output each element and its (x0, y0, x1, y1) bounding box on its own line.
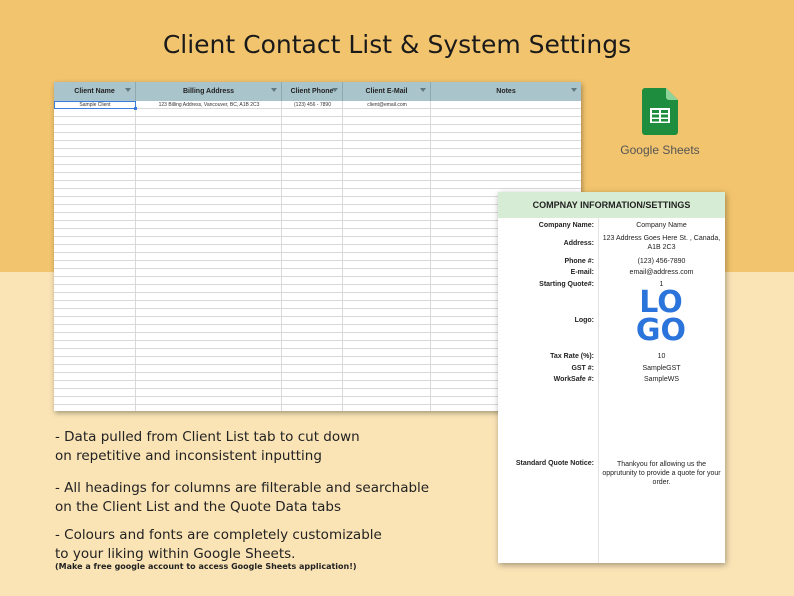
note-line: on the Client List and the Quote Data ta… (55, 499, 341, 515)
settings-value[interactable]: Thankyou for allowing us the opprutunity… (598, 460, 725, 487)
settings-label: Company Name: (538, 221, 594, 229)
table-cell[interactable]: (123) 456 - 7890 (282, 101, 343, 109)
page-title: Client Contact List & System Settings (162, 30, 632, 59)
settings-value[interactable]: 123 Address Goes Here St. , Canada, A1B … (598, 234, 725, 252)
settings-row-quote-notice: Standard Quote Notice: Thankyou for allo… (498, 460, 725, 488)
column-header-label: Client E-Mail (365, 88, 408, 95)
note-line: on repetitive and inconsistent inputting (55, 448, 322, 464)
settings-value[interactable]: SampleGST (598, 364, 725, 373)
settings-label: Address: (563, 239, 594, 247)
note-line: - Data pulled from Client List tab to cu… (55, 429, 360, 445)
settings-row-worksafe: WorkSafe #: SampleWS (498, 373, 725, 385)
grid-line (135, 101, 136, 411)
table-cell[interactable] (431, 101, 581, 109)
filter-dropdown-icon[interactable] (420, 88, 426, 92)
settings-value[interactable]: (123) 456-7890 (598, 257, 725, 266)
table-cell[interactable]: Sample Client (54, 101, 137, 110)
column-header-label: Client Name (74, 88, 115, 95)
table-cell[interactable]: client@email.com (343, 101, 431, 109)
settings-label: Phone #: (564, 257, 594, 265)
grid-line (281, 101, 282, 411)
settings-label: WorkSafe #: (553, 375, 594, 383)
settings-row-address: Address: 123 Address Goes Here St. , Can… (498, 233, 725, 253)
footnote: (Make a free google account to access Go… (55, 562, 357, 571)
table-row: Sample Client 123 Billing Address, Vanco… (54, 101, 581, 110)
note-item: - All headings for columns are filterabl… (55, 479, 495, 517)
settings-value[interactable]: SampleWS (598, 375, 725, 384)
google-sheets-icon (642, 88, 678, 135)
column-header-client-email[interactable]: Client E-Mail (343, 82, 431, 101)
filter-dropdown-icon[interactable] (332, 88, 338, 92)
settings-label: GST #: (571, 364, 594, 372)
settings-label: Logo: (574, 316, 594, 324)
settings-value[interactable]: 10 (598, 352, 725, 361)
filter-dropdown-icon[interactable] (125, 88, 131, 92)
settings-value[interactable]: email@address.com (598, 268, 725, 277)
sheet-header-row: Client Name Billing Address Client Phone… (54, 82, 581, 101)
filter-dropdown-icon[interactable] (571, 88, 577, 92)
grid-line (342, 101, 343, 411)
filter-dropdown-icon[interactable] (271, 88, 277, 92)
note-item: - Colours and fonts are completely custo… (55, 526, 495, 564)
company-settings-panel: COMPNAY INFORMATION/SETTINGS Company Nam… (498, 192, 725, 563)
settings-title: COMPNAY INFORMATION/SETTINGS (498, 192, 725, 218)
settings-label: Tax Rate (%): (550, 352, 594, 360)
note-line: - Colours and fonts are completely custo… (55, 527, 382, 543)
note-item: - Data pulled from Client List tab to cu… (55, 428, 495, 466)
table-cell[interactable]: 123 Billing Address, Vancouver, BC, A1B … (136, 101, 282, 109)
logo-text-bottom: GO (635, 313, 687, 348)
settings-label: Starting Quote#: (539, 280, 594, 288)
settings-row-tax-rate: Tax Rate (%): 10 (498, 350, 725, 362)
settings-row-email: E-mail: email@address.com (498, 266, 725, 278)
settings-label: Standard Quote Notice: (515, 460, 594, 467)
settings-label: E-mail: (570, 268, 594, 276)
settings-value[interactable]: Company Name (598, 221, 725, 230)
column-header-client-name[interactable]: Client Name (54, 82, 136, 101)
settings-row-company-name: Company Name: Company Name (498, 219, 725, 231)
grid-line (430, 101, 431, 411)
column-header-label: Notes (496, 88, 516, 95)
column-header-notes[interactable]: Notes (431, 82, 581, 101)
column-header-label: Client Phone (290, 88, 334, 95)
google-sheets-label: Google Sheets (620, 143, 700, 157)
column-header-label: Billing Address (182, 88, 235, 95)
company-logo-image[interactable]: LO GO (631, 288, 691, 349)
note-line: - All headings for columns are filterabl… (55, 480, 430, 496)
column-header-client-phone[interactable]: Client Phone (282, 82, 343, 101)
column-header-billing-address[interactable]: Billing Address (136, 82, 282, 101)
